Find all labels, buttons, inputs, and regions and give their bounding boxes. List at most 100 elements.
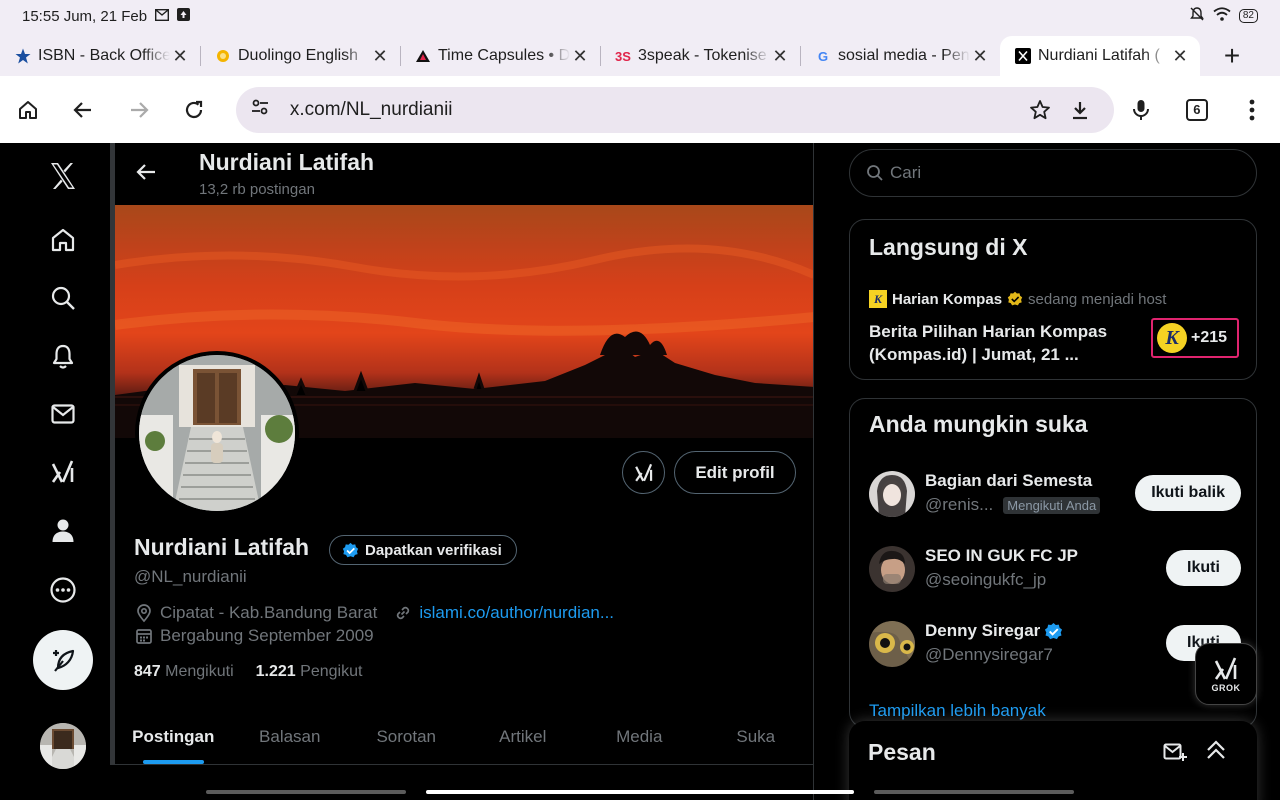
close-tab-icon[interactable]: ✕ [170, 46, 190, 67]
reload-button[interactable] [166, 86, 221, 134]
edit-profile-button[interactable]: Edit profil [674, 451, 796, 494]
forward-button[interactable] [111, 86, 166, 134]
browser-tab-duolingo[interactable]: Duolingo English ✕ [200, 36, 400, 76]
profile-website-link[interactable]: islami.co/author/nurdian... [419, 603, 614, 623]
browser-tab-x-profile[interactable]: Nurdiani Latifah ( ✕ [1000, 36, 1200, 76]
tab-switcher-button[interactable]: 6 [1169, 86, 1224, 134]
account-avatar[interactable] [40, 723, 86, 769]
verified-badge-icon [1045, 622, 1063, 639]
gesture-bar-home[interactable] [426, 790, 854, 794]
close-tab-icon[interactable]: ✕ [1170, 46, 1190, 67]
compose-post-button[interactable] [33, 630, 93, 690]
suggestions-title: Anda mungkin suka [869, 411, 1088, 437]
close-tab-icon[interactable]: ✕ [570, 46, 590, 67]
suggestion-avatar [869, 621, 915, 667]
suggestion-item[interactable]: Denny Siregar @Dennysiregar7 Ikuti [869, 619, 1241, 669]
gmail-notification-icon [155, 8, 170, 25]
x-logo-icon[interactable] [36, 149, 90, 203]
get-verified-button[interactable]: Dapatkan verifikasi [329, 535, 517, 565]
star-icon [14, 47, 32, 65]
profile-nav-icon[interactable] [36, 503, 90, 557]
following-label: Mengikuti [165, 663, 234, 680]
search-nav-icon[interactable] [36, 271, 90, 325]
follow-back-button[interactable]: Ikuti balik [1135, 475, 1241, 511]
suggestion-handle: @seoingukfc_jp [925, 570, 1047, 589]
tab-media[interactable]: Media [581, 709, 698, 764]
address-bar[interactable]: x.com/NL_nurdianii [235, 86, 1114, 133]
tab-replies[interactable]: Balasan [232, 709, 349, 764]
search-placeholder: Cari [890, 163, 922, 182]
arrow-right-icon [130, 101, 149, 118]
profile-stats: 847 Mengikuti 1.221 Pengikut [134, 663, 362, 681]
3speak-icon: 3S [615, 48, 631, 64]
gesture-bar-right [874, 790, 1074, 794]
home-icon [18, 100, 37, 119]
new-tab-button[interactable]: + [1200, 36, 1264, 76]
site-settings-icon[interactable] [250, 97, 270, 123]
reload-icon [186, 100, 203, 118]
grok-icon [1214, 657, 1237, 680]
followers-link[interactable]: 1.221 Pengikut [256, 663, 363, 681]
follow-button[interactable]: Ikuti [1166, 550, 1241, 586]
download-icon[interactable] [1060, 99, 1100, 121]
grok-nav-icon[interactable] [36, 445, 90, 499]
live-space-title[interactable]: Berita Pilihan Harian Kompas (Kompas.id)… [869, 320, 1139, 366]
bookmark-star-icon[interactable] [1020, 99, 1060, 121]
new-message-icon[interactable] [1163, 741, 1187, 768]
browser-menu-button[interactable] [1225, 86, 1280, 134]
mute-icon [1189, 6, 1205, 26]
tab-likes[interactable]: Suka [698, 709, 814, 764]
back-button[interactable] [55, 86, 110, 134]
messages-drawer[interactable]: Pesan [849, 721, 1257, 800]
tab-posts[interactable]: Postingan [115, 709, 232, 764]
home-button[interactable] [0, 86, 55, 134]
image-notification-icon [177, 7, 191, 25]
live-host-status: sedang menjadi host [1028, 290, 1167, 308]
tab-label: 3speak - Tokenise [638, 47, 767, 64]
mail-nav-icon[interactable] [36, 387, 90, 441]
system-status-bar: 15:55 Jum, 21 Feb 82 [0, 0, 1280, 32]
browser-tab-3speak[interactable]: 3S 3speak - Tokenise ✕ [600, 36, 800, 76]
suggestion-item[interactable]: SEO IN GUK FC JP @seoingukfc_jp Ikuti [869, 544, 1241, 594]
grok-profile-button[interactable] [622, 451, 665, 494]
live-listeners-badge[interactable]: K +215 [1151, 318, 1239, 358]
profile-avatar[interactable] [135, 351, 299, 515]
close-tab-icon[interactable]: ✕ [770, 46, 790, 67]
tab-highlights[interactable]: Sorotan [348, 709, 465, 764]
profile-joined-row: Bergabung September 2009 [134, 626, 374, 646]
browser-tab-isbn[interactable]: ISBN - Back Office ✕ [0, 36, 200, 76]
expand-up-icon[interactable] [1205, 739, 1227, 766]
close-tab-icon[interactable]: ✕ [370, 46, 390, 67]
close-tab-icon[interactable]: ✕ [970, 46, 990, 67]
suggestion-handle: @Dennysiregar7 [925, 645, 1053, 664]
more-nav-icon[interactable] [36, 563, 90, 617]
left-navigation [0, 143, 110, 800]
browser-toolbar: x.com/NL_nurdianii 6 [0, 76, 1280, 143]
suggestion-item[interactable]: Bagian dari Semesta @renis... Mengikuti A… [869, 469, 1241, 519]
location-pin-icon [137, 604, 151, 623]
live-card-title: Langsung di X [869, 234, 1028, 260]
profile-photo [139, 355, 295, 511]
show-more-link[interactable]: Tampilkan lebih banyak [869, 701, 1046, 721]
home-nav-icon[interactable] [36, 213, 90, 267]
grok-floating-button[interactable]: GROK [1195, 643, 1257, 705]
url-text[interactable]: x.com/NL_nurdianii [290, 99, 1020, 121]
status-time-date: 15:55 Jum, 21 Feb [22, 7, 148, 25]
bell-nav-icon[interactable] [36, 329, 90, 383]
search-input[interactable]: Cari [849, 149, 1257, 197]
following-link[interactable]: 847 Mengikuti [134, 663, 234, 681]
browser-tab-google-search[interactable]: G sosial media - Pen ✕ [800, 36, 1000, 76]
battery-indicator: 82 [1238, 9, 1258, 23]
profile-handle: @NL_nurdianii [134, 567, 247, 586]
grok-label: GROK [1211, 683, 1241, 693]
tab-articles[interactable]: Artikel [465, 709, 582, 764]
profile-meta-row: Cipatat - Kab.Bandung Barat islami.co/au… [134, 603, 614, 623]
back-arrow-button[interactable] [129, 155, 163, 189]
header-profile-name: Nurdiani Latifah [199, 149, 375, 175]
tab-label: Duolingo English [238, 47, 359, 64]
voice-search-button[interactable] [1114, 86, 1169, 134]
tab-count: 6 [1185, 98, 1208, 121]
browser-tab-time-capsules[interactable]: Time Capsules • D ✕ [400, 36, 600, 76]
tab-label: ISBN - Back Office [38, 47, 170, 64]
followers-label: Pengikut [300, 663, 363, 680]
